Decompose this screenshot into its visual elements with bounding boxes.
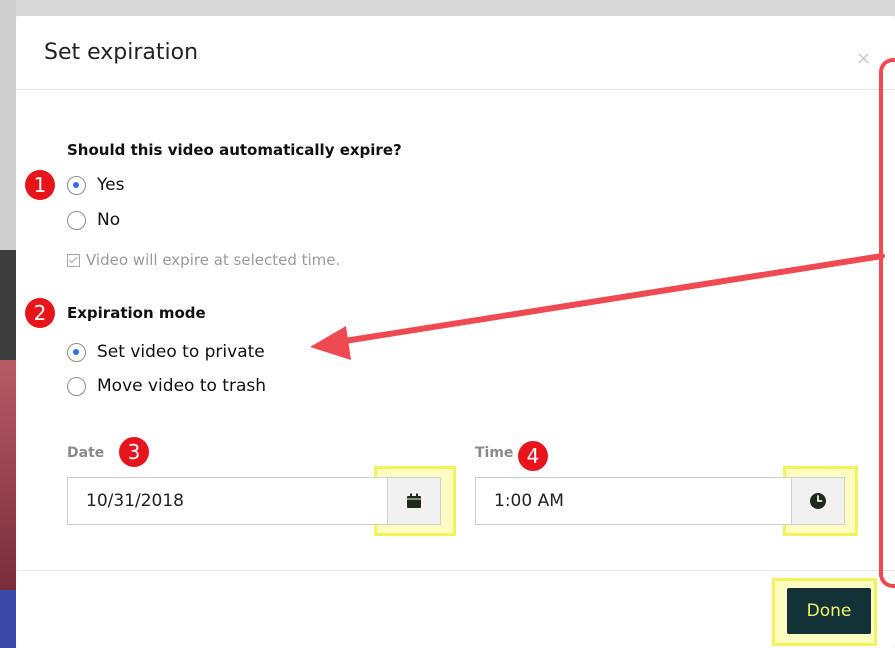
radio-label: No	[97, 210, 121, 230]
set-expiration-dialog: Set expiration × Should this video autom…	[16, 16, 895, 648]
expire-question-label: Should this video automatically expire?	[67, 141, 402, 159]
date-label: Date	[67, 445, 105, 461]
step-badge-4: 4	[518, 441, 548, 471]
checkbox-icon	[67, 253, 80, 267]
close-icon[interactable]: ×	[856, 50, 871, 68]
radio-button-checked[interactable]	[67, 342, 86, 362]
radio-mode-private[interactable]: Set video to private	[67, 342, 265, 362]
clock-icon	[810, 493, 826, 509]
footer-divider	[16, 570, 895, 571]
time-input[interactable]: 1:00 AM	[475, 477, 791, 525]
radio-label: Move video to trash	[97, 376, 267, 396]
radio-button[interactable]	[67, 376, 86, 396]
date-input-group: 10/31/2018	[67, 477, 441, 525]
date-input[interactable]: 10/31/2018	[67, 477, 387, 525]
step-badge-2: 2	[25, 298, 55, 328]
annotation-callout-box	[879, 58, 895, 588]
time-label: Time	[475, 445, 514, 461]
step-badge-3: 3	[119, 437, 149, 467]
expiration-mode-label: Expiration mode	[67, 304, 206, 322]
expire-note-text: Video will expire at selected time.	[86, 251, 341, 269]
calendar-icon	[407, 493, 421, 508]
time-input-group: 1:00 AM	[475, 477, 845, 525]
dialog-header: Set expiration ×	[16, 16, 895, 90]
radio-button-checked[interactable]	[67, 175, 86, 195]
background-red-block	[0, 360, 16, 590]
background-top-strip	[0, 0, 895, 16]
radio-mode-trash[interactable]: Move video to trash	[67, 376, 266, 396]
date-picker-button[interactable]	[387, 477, 441, 525]
background-dark-block	[0, 250, 16, 360]
dialog-title: Set expiration	[44, 40, 199, 65]
background-blue-block	[0, 590, 16, 648]
radio-label: Set video to private	[97, 342, 265, 362]
time-picker-button[interactable]	[791, 477, 845, 525]
radio-expire-no[interactable]: No	[67, 210, 120, 230]
step-badge-1: 1	[25, 170, 55, 200]
radio-button[interactable]	[67, 210, 86, 230]
done-button[interactable]: Done	[787, 588, 871, 634]
expire-note: Video will expire at selected time.	[67, 251, 340, 269]
background-left-strip	[0, 0, 16, 648]
radio-expire-yes[interactable]: Yes	[67, 175, 124, 195]
radio-label: Yes	[97, 175, 125, 195]
